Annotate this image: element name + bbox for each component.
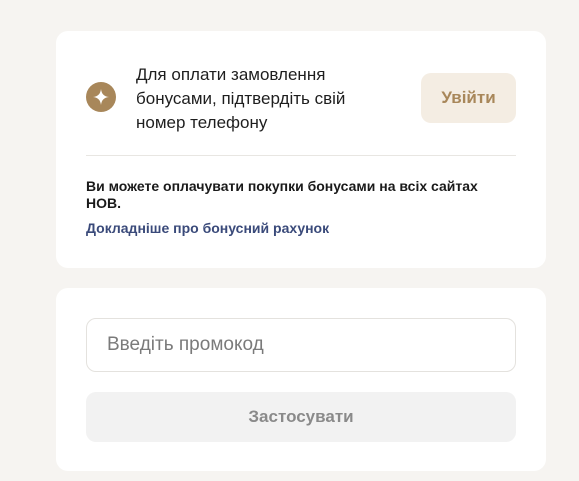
bonus-prompt-line: бонусами, підтвердіть свій [136,89,346,108]
bonus-prompt-line: номер телефону [136,113,268,132]
bonus-account-link[interactable]: Докладніше про бонусний рахунок [86,220,329,236]
apply-promo-button[interactable]: Застосувати [86,392,516,442]
sparkle-icon [86,82,116,112]
bonus-prompt-text: Для оплати замовлення бонусами, підтверд… [136,63,386,135]
promo-card: Застосувати [56,288,546,471]
bonus-card: Для оплати замовлення бонусами, підтверд… [56,31,546,268]
sparkle-icon-svg [93,89,109,105]
login-button[interactable]: Увійти [421,73,516,123]
bonus-login-row: Для оплати замовлення бонусами, підтверд… [86,63,516,135]
promo-code-input[interactable] [86,318,516,372]
bonus-prompt-line: Для оплати замовлення [136,65,326,84]
divider [86,155,516,156]
bonus-info-text: Ви можете оплачувати покупки бонусами на… [86,178,478,211]
